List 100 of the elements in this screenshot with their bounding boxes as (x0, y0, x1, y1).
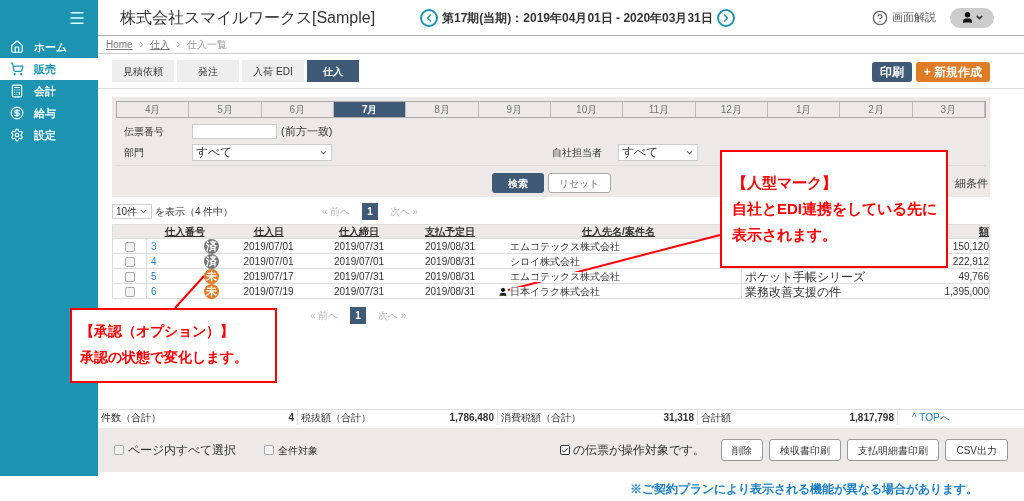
slip-number-link[interactable]: 6 (151, 286, 157, 297)
breadcrumb-link[interactable]: 仕入 (149, 37, 170, 52)
table-cell-text: 2019/07/01 (332, 256, 386, 267)
column-header[interactable]: 額 (979, 225, 989, 237)
tab[interactable]: 入荷 EDI (242, 60, 304, 82)
table-cell-text: 2019/08/31 (423, 241, 477, 252)
table-cell-text: 2019/07/19 (242, 286, 295, 297)
checkbox[interactable] (124, 241, 135, 252)
staff-select[interactable]: すべて (618, 143, 698, 161)
page-number[interactable]: 1 (362, 202, 378, 220)
reset-button[interactable]: リセット (547, 173, 611, 193)
calculator-icon (10, 84, 24, 98)
checkbox[interactable] (114, 445, 124, 455)
checkbox[interactable] (124, 271, 135, 282)
action-button[interactable]: 支払明細書印刷 (847, 439, 940, 461)
prefix-match-hint: (前方一致) (281, 123, 333, 139)
settings-icon (10, 128, 24, 142)
advanced-conditions-link[interactable]: 細条件 (955, 174, 988, 192)
month-tab[interactable]: 1月 (768, 102, 841, 117)
callout-title: 【承認（オプション）】 (80, 322, 235, 341)
table-cell-text: 2019/07/31 (332, 241, 386, 252)
month-tab[interactable]: 2月 (840, 102, 913, 117)
sidebar-item[interactable]: 会計 (0, 80, 98, 102)
table-cell: エムコテックス株式会社 (510, 271, 620, 282)
slip-number-link[interactable]: 4 (151, 256, 157, 267)
table-cell-text: 2019/07/01 (242, 241, 295, 252)
menu-icon[interactable] (68, 9, 86, 27)
create-button[interactable]: + 新規作成 (915, 62, 990, 82)
callout-text: 承認の状態で変化します。 (80, 348, 249, 367)
department-select[interactable]: すべて (192, 143, 332, 161)
sidebar-item[interactable]: 設定 (0, 124, 98, 146)
tab[interactable]: 見積依頼 (112, 60, 174, 82)
column-header[interactable]: 支払予定日 (425, 225, 475, 237)
month-tab[interactable]: 4月 (117, 102, 190, 117)
column-header[interactable]: 仕入締日 (339, 225, 379, 237)
previous-period-button[interactable] (420, 8, 438, 27)
month-tab[interactable]: 8月 (406, 102, 479, 117)
column-header[interactable]: 仕入日 (253, 225, 284, 237)
total-label: 消費税額（合計） (501, 410, 581, 425)
help-icon[interactable] (872, 9, 888, 26)
table-cell-text: 2019/07/31 (332, 271, 386, 282)
table-cell-text: 2019/07/31 (332, 286, 386, 297)
callout-text: 自社とEDI連携をしている先に表示されます。 (732, 199, 938, 245)
checkbox[interactable] (124, 256, 135, 267)
tab[interactable]: 発注 (177, 60, 239, 82)
tab[interactable]: 仕入 (307, 60, 359, 82)
action-button[interactable]: 削除 (721, 439, 764, 461)
coin-icon (10, 106, 24, 120)
slip-number-link[interactable]: 5 (151, 271, 157, 282)
page-size-select[interactable]: 10件 (112, 203, 152, 219)
page-number[interactable]: 1 (350, 307, 366, 324)
breadcrumb-link[interactable]: Home (106, 37, 133, 52)
table-cell: 日本イラク株式会社 (510, 286, 600, 297)
next-period-button[interactable] (716, 8, 735, 27)
sidebar-item[interactable]: ホーム (0, 36, 98, 58)
help-link[interactable]: 画面解説 (892, 9, 936, 26)
print-button[interactable]: 印刷 (871, 62, 912, 82)
checkbox-label: ページ内すべて選択 (128, 442, 236, 459)
slip-number-link[interactable]: 3 (151, 241, 157, 252)
sidebar-item[interactable]: 給与 (0, 102, 98, 124)
action-button[interactable]: CSV出力 (945, 439, 1008, 461)
sidebar-item[interactable]: 販売 (0, 58, 98, 80)
checkbox[interactable] (560, 445, 571, 455)
top-link[interactable]: ^ TOPへ (912, 409, 950, 425)
checkbox[interactable] (124, 286, 135, 297)
fiscal-period: 第17期(当期)：2019年04月01日 - 2020年03月31日 (442, 9, 713, 27)
checkbox[interactable] (264, 445, 274, 455)
user-menu-button[interactable] (950, 7, 994, 28)
approval-badge: 未 (204, 269, 219, 284)
user-icon (960, 11, 974, 24)
table-cell-text: 2019/08/31 (423, 286, 477, 297)
total-label: 税抜額（合計） (301, 410, 371, 425)
cart-icon (10, 62, 24, 76)
table-cell: 業務改善支援の件 (745, 285, 841, 298)
month-tab[interactable]: 11月 (623, 102, 696, 117)
total-value: 1,786,480 (449, 410, 494, 425)
callout-title: 【人型マーク】 (732, 173, 838, 193)
month-tab[interactable]: 12月 (695, 102, 768, 117)
result-count: を表示（4 件中） (155, 204, 235, 219)
total-value: 31,318 (663, 410, 694, 425)
table-cell-text: 2019/08/31 (423, 271, 477, 282)
column-header[interactable]: 仕入先名/案件名 (582, 225, 655, 237)
home-icon (10, 40, 24, 54)
month-tab[interactable]: 10月 (551, 102, 624, 117)
search-button[interactable]: 検索 (491, 173, 544, 193)
table-cell: ポケット手帳シリーズ (745, 270, 865, 283)
table-cell-text: 2019/07/17 (242, 271, 295, 282)
month-tab[interactable]: 3月 (912, 102, 985, 117)
table-cell-text: 2019/08/31 (423, 256, 477, 267)
month-tab[interactable]: 9月 (478, 102, 551, 117)
column-header[interactable]: 仕入番号 (164, 225, 205, 237)
total-value: 4 (288, 410, 294, 425)
department-label: 部門 (124, 145, 145, 160)
checkbox-label: 全件対象 (278, 443, 318, 458)
slip-number-field[interactable] (192, 123, 277, 139)
month-tab[interactable]: 5月 (189, 102, 262, 117)
month-tab[interactable]: 7月 (334, 102, 407, 117)
action-button[interactable]: 検収書印刷 (769, 439, 842, 461)
table-cell-text: 2019/07/01 (242, 256, 295, 267)
approval-badge: 済 (204, 254, 219, 269)
